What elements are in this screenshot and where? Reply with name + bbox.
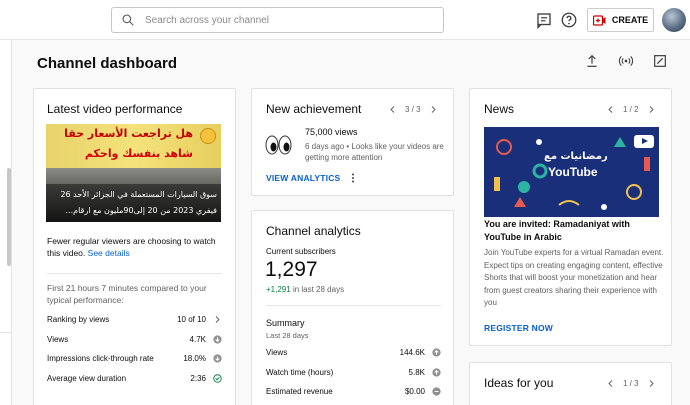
more-vert-icon[interactable] [348, 172, 358, 184]
scrollbar-thumb[interactable] [7, 168, 11, 266]
arrow-up-circle-icon [432, 348, 441, 357]
subscribers-value: 1,297 [265, 258, 318, 281]
achievement-pager-text: 3 / 3 [405, 105, 421, 114]
summary-period: Last 28 days [266, 331, 309, 340]
thumbnail-line2: شاهد بنفسك واحكم [84, 147, 193, 160]
metric-value: 10 of 10 [177, 315, 206, 324]
news-pager: 1 / 2 [606, 105, 656, 114]
analytics-row: Estimated revenue $0.00 [266, 387, 441, 396]
minus-circle-icon [432, 387, 441, 396]
rail-divider [0, 332, 12, 333]
thumbnail-line4: فيفري 2023 من 20 إلى90مليون مع ارقام... [65, 206, 217, 215]
chevron-left-icon[interactable] [606, 379, 615, 388]
metric-value: 4.7K [189, 335, 206, 344]
metric-row[interactable]: Ranking by views 10 of 10 [47, 315, 222, 324]
register-now-button[interactable]: REGISTER NOW [484, 323, 553, 333]
create-button-label: CREATE [611, 15, 649, 25]
news-image-text-en: YouTube [548, 165, 598, 179]
news-heading: News [484, 102, 515, 116]
arrow-down-circle-icon [213, 354, 222, 363]
analytics-row: Views 144.6K [266, 348, 441, 357]
analytics-row-value: 144.6K [399, 348, 425, 357]
thumbnail-line3: سوق السيارات المستعملة في الجزائر الأحد … [60, 190, 217, 199]
analytics-row-value: 5.8K [408, 368, 425, 377]
youtube-play-icon [634, 135, 654, 148]
analytics-row-label: Watch time (hours) [266, 368, 334, 377]
compare-text: First 21 hours 7 minutes compared to you… [47, 283, 207, 305]
analytics-divider [266, 305, 441, 306]
achievement-title: 75,000 views [305, 127, 358, 137]
view-analytics-button[interactable]: VIEW ANALYTICS [266, 173, 340, 183]
arrow-up-circle-icon [432, 368, 441, 377]
ideas-pager: 1 / 3 [606, 379, 656, 388]
analytics-row-value: $0.00 [404, 387, 425, 396]
achievement-heading: New achievement [266, 102, 362, 116]
chevron-right-icon[interactable] [647, 379, 656, 388]
metric-label: Impressions click-through rate [47, 354, 154, 363]
thinking-emoji-icon [200, 128, 216, 144]
achievement-pager: 3 / 3 [388, 105, 438, 114]
news-body: Join YouTube experts for a virtual Ramad… [484, 248, 664, 307]
achievement-subtitle: 6 days ago • Looks like your videos are … [305, 142, 444, 162]
news-image-text-ar: رمضانيات مع [544, 151, 608, 162]
analytics-row-label: Estimated revenue [266, 387, 333, 396]
performance-message-text: Fewer regular viewers are choosing to wa… [47, 236, 216, 258]
see-details-link[interactable]: See details [88, 248, 130, 258]
chevron-right-icon[interactable] [429, 105, 438, 114]
performance-message: Fewer regular viewers are choosing to wa… [47, 235, 227, 259]
search-icon [122, 14, 134, 26]
top-bar: Search across your channel CREATE [0, 0, 690, 40]
analytics-row: Watch time (hours) 5.8K [266, 368, 441, 377]
feedback-icon[interactable] [535, 11, 553, 29]
latest-video-divider [47, 273, 222, 274]
analytics-row-label: Views [266, 348, 288, 357]
edit-post-icon[interactable] [652, 53, 668, 69]
subscribers-change-line: +1,291 in last 28 days [266, 285, 344, 294]
create-video-icon [592, 14, 606, 26]
news-pager-text: 1 / 2 [623, 105, 639, 114]
metric-label: Ranking by views [47, 315, 110, 324]
thumbnail-line1: هل تراجعت الأسعار حقا [64, 127, 193, 140]
analytics-heading: Channel analytics [266, 224, 361, 238]
page-title: Channel dashboard [37, 55, 178, 72]
news-title: You are invited: Ramadaniyat with YouTub… [484, 219, 630, 242]
metric-label: Average view duration [47, 374, 127, 383]
metric-row: Impressions click-through rate 18.0% [47, 354, 222, 363]
metric-label: Views [47, 335, 69, 344]
subscribers-label: Current subscribers [266, 247, 336, 256]
search-input[interactable]: Search across your channel [111, 7, 444, 33]
chevron-right-icon [215, 316, 220, 323]
avatar[interactable] [662, 8, 686, 32]
subscribers-period: in last 28 days [292, 285, 345, 294]
news-image[interactable]: رمضانيات مع YouTube [484, 127, 659, 217]
chevron-right-icon[interactable] [647, 105, 656, 114]
create-button[interactable]: CREATE [587, 8, 654, 32]
metric-value: 2:36 [190, 374, 206, 383]
metric-row: Average view duration 2:36 [47, 374, 222, 383]
chevron-left-icon[interactable] [388, 105, 397, 114]
ideas-heading: Ideas for you [484, 376, 554, 390]
left-rail [0, 40, 12, 405]
subscribers-change: +1,291 [266, 285, 291, 294]
check-circle-icon [213, 374, 222, 383]
upload-icon[interactable] [584, 53, 600, 69]
search-placeholder: Search across your channel [145, 14, 269, 26]
arrow-down-circle-icon [213, 335, 222, 344]
video-thumbnail[interactable]: هل تراجعت الأسعار حقا شاهد بنفسك واحكم س… [46, 124, 221, 222]
chevron-left-icon[interactable] [606, 105, 615, 114]
summary-label: Summary [266, 318, 305, 328]
metric-row: Views 4.7K [47, 335, 222, 344]
metric-value: 18.0% [183, 354, 206, 363]
eyes-icon [265, 135, 292, 155]
latest-video-heading: Latest video performance [47, 102, 183, 116]
go-live-icon[interactable] [618, 53, 634, 69]
help-icon[interactable] [560, 11, 578, 29]
ideas-pager-text: 1 / 3 [623, 379, 639, 388]
